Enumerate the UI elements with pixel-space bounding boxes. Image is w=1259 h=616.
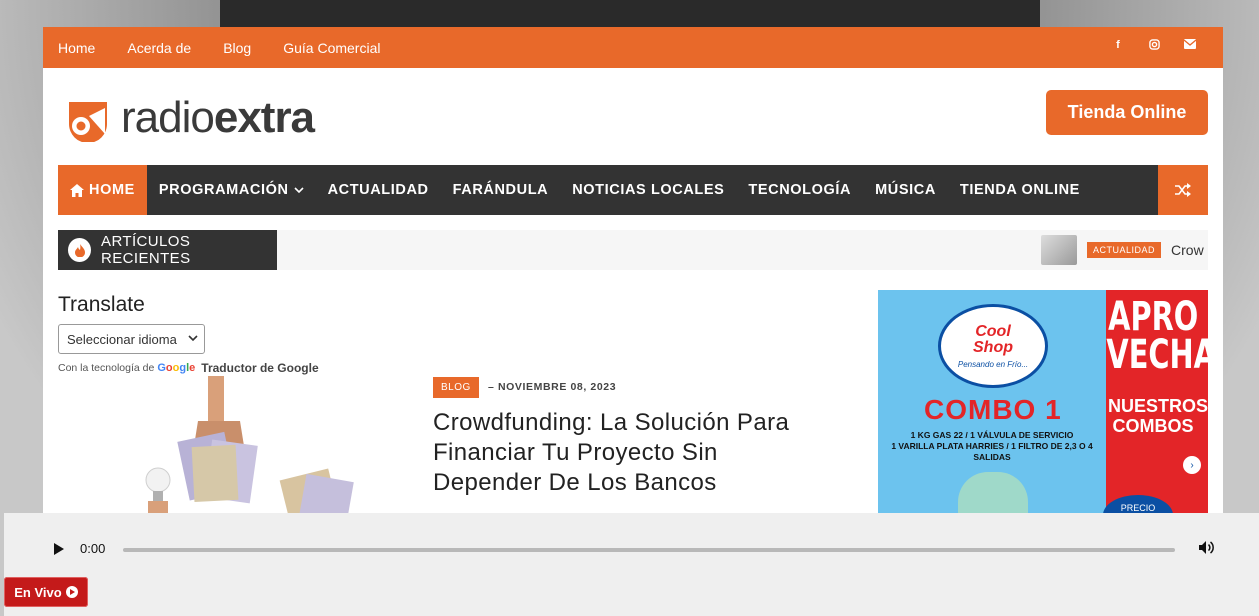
top-menu-blog[interactable]: Blog: [223, 40, 251, 56]
ad-desc-line1: 1 KG GAS 22 / 1 VÁLVULA DE SERVICIO: [910, 430, 1074, 440]
powered-by-google: Con la tecnología de Google Traductor de…: [58, 361, 319, 375]
ticker-category-badge: ACTUALIDAD: [1087, 242, 1162, 258]
ad-brand-line1: Cool: [975, 322, 1011, 340]
facebook-icon[interactable]: f: [1111, 39, 1125, 53]
article-date-text: NOVIEMBRE 08, 2023: [497, 381, 617, 393]
article-category-badge[interactable]: BLOG: [433, 377, 479, 398]
ad-tagline: Pensando en Frío...: [957, 359, 1029, 369]
home-icon: [70, 183, 84, 197]
nav-item-musica[interactable]: MÚSICA: [863, 165, 948, 215]
logo-mark-icon: [69, 102, 107, 142]
recent-articles-label: ARTÍCULOS RECIENTES: [58, 230, 277, 270]
audio-player: 0:00: [4, 513, 1259, 616]
top-bar: Home Acerda de Blog Guía Comercial f: [43, 27, 1223, 68]
main-nav: HOME PROGRAMACIÓN ACTUALIDAD FARÁNDULA N…: [58, 165, 1208, 215]
live-stream-button[interactable]: En Vivo: [4, 577, 88, 607]
play-icon[interactable]: [54, 543, 64, 555]
google-logo[interactable]: Google: [157, 362, 195, 374]
sidebar-ad-banner[interactable]: APRO VECHA NUESTROS COMBOS Cool Shop Pen…: [878, 290, 1208, 516]
chevron-down-icon: [293, 186, 304, 193]
audio-progress-track[interactable]: [123, 548, 1175, 552]
nav-item-programacion[interactable]: PROGRAMACIÓN: [147, 165, 316, 215]
article-date: – NOVIEMBRE 08, 2023: [488, 381, 617, 393]
ad-combo-title: COMBO 1: [924, 394, 1062, 425]
news-ticker[interactable]: ACTUALIDAD Crow: [1041, 235, 1204, 265]
logo-text-bold: extra: [213, 93, 315, 142]
ad-brand-line2: Shop: [973, 338, 1013, 356]
recent-articles-bar: ARTÍCULOS RECIENTES ACTUALIDAD Crow: [58, 230, 1208, 270]
volume-icon[interactable]: [1199, 540, 1215, 560]
ad-headline: APRO VECHA: [1106, 294, 1208, 378]
ticker-title[interactable]: Crow: [1171, 242, 1204, 258]
top-menu-about[interactable]: Acerda de: [127, 40, 191, 56]
article-title[interactable]: Crowdfunding: La Solución Para Financiar…: [433, 408, 833, 498]
site-header: radioextra Tienda Online: [43, 68, 1223, 165]
chevron-down-icon: [188, 334, 198, 345]
live-button-label: En Vivo: [14, 584, 62, 600]
flame-icon: [68, 238, 92, 262]
ad-description: 1 KG GAS 22 / 1 VÁLVULA DE SERVICIO 1 VA…: [878, 430, 1106, 463]
logo-text-light: radio: [121, 93, 215, 142]
random-post-button[interactable]: [1158, 165, 1208, 215]
social-links: f: [1111, 39, 1197, 53]
mail-icon[interactable]: [1183, 39, 1197, 53]
nav-item-home[interactable]: HOME: [58, 165, 147, 215]
nav-item-tienda-online[interactable]: TIENDA ONLINE: [948, 165, 1092, 215]
nav-item-tecnologia[interactable]: TECNOLOGÍA: [736, 165, 863, 215]
nav-item-noticias-locales[interactable]: NOTICIAS LOCALES: [560, 165, 736, 215]
ad-brand-logo: Cool Shop Pensando en Frío...: [938, 304, 1048, 388]
top-menu-guide[interactable]: Guía Comercial: [283, 40, 380, 56]
powered-prefix: Con la tecnología de: [58, 362, 155, 374]
nav-item-farandula[interactable]: FARÁNDULA: [441, 165, 561, 215]
translate-widget-title: Translate: [58, 293, 145, 316]
shop-online-button[interactable]: Tienda Online: [1046, 90, 1208, 135]
site-logo[interactable]: radioextra: [59, 93, 315, 142]
top-menu-home[interactable]: Home: [58, 40, 95, 56]
top-menu: Home Acerda de Blog Guía Comercial: [58, 40, 412, 56]
language-select[interactable]: Seleccionar idioma: [58, 324, 205, 354]
ticker-thumbnail: [1041, 235, 1077, 265]
language-select-value: Seleccionar idioma: [67, 331, 177, 347]
ad-subheadline: NUESTROS COMBOS: [1108, 396, 1208, 436]
article-featured-image[interactable]: [58, 376, 410, 516]
nav-item-label: PROGRAMACIÓN: [158, 182, 289, 198]
google-translate-link[interactable]: Traductor de Google: [201, 361, 318, 375]
ad-desc-line2: 1 VARILLA PLATA HARRIES / 1 FILTRO DE 2,…: [891, 441, 1093, 462]
nav-item-label: HOME: [89, 182, 135, 198]
recent-articles-title: ARTÍCULOS RECIENTES: [101, 233, 191, 267]
shuffle-icon: [1175, 183, 1191, 197]
audio-time: 0:00: [80, 541, 106, 556]
nav-item-actualidad[interactable]: ACTUALIDAD: [316, 165, 441, 215]
chevron-right-icon[interactable]: ›: [1183, 456, 1201, 474]
play-circle-icon: [65, 586, 78, 598]
instagram-icon[interactable]: [1147, 39, 1161, 53]
ad-product-image: [958, 472, 1028, 516]
